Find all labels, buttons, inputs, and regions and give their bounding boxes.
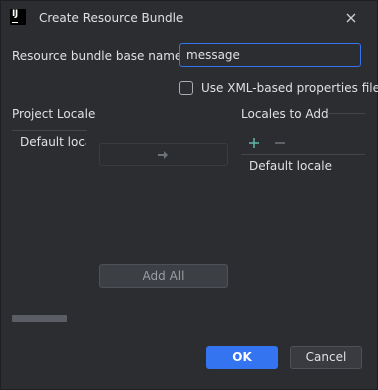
list-item-label: Default loca (20, 135, 86, 149)
dialog-title: Create Resource Bundle (39, 11, 184, 25)
locales-to-add-divider (241, 154, 365, 155)
xml-properties-checkbox[interactable] (179, 81, 193, 95)
app-icon-text: IJ (12, 9, 18, 19)
locales-to-add-header-line (327, 113, 365, 114)
title-bar: IJ Create Resource Bundle (1, 1, 377, 37)
minus-icon[interactable] (274, 137, 286, 149)
ok-button[interactable]: OK (206, 346, 278, 369)
add-all-button[interactable]: Add All (99, 264, 228, 288)
move-locale-right-button[interactable] (99, 143, 228, 166)
xml-properties-label[interactable]: Use XML-based properties files (201, 81, 378, 95)
locale-to-add-list-item[interactable]: Default locale (249, 159, 332, 173)
plus-icon[interactable] (248, 137, 260, 149)
project-locales-divider (12, 130, 87, 131)
project-locales-header: Project Locale (12, 107, 96, 121)
create-resource-bundle-dialog: IJ Create Resource Bundle Resource bundl… (0, 0, 378, 390)
arrow-right-icon (158, 151, 168, 159)
intellij-logo-icon: IJ (10, 9, 26, 25)
locales-to-add-header: Locales to Add (241, 107, 329, 121)
project-locale-list-item[interactable]: Default loca (20, 135, 86, 149)
base-name-label: Resource bundle base name: (12, 49, 187, 63)
cancel-button[interactable]: Cancel (290, 346, 362, 369)
horizontal-scrollbar[interactable] (12, 315, 67, 322)
close-icon[interactable] (343, 10, 359, 26)
base-name-input[interactable]: message (179, 43, 361, 67)
